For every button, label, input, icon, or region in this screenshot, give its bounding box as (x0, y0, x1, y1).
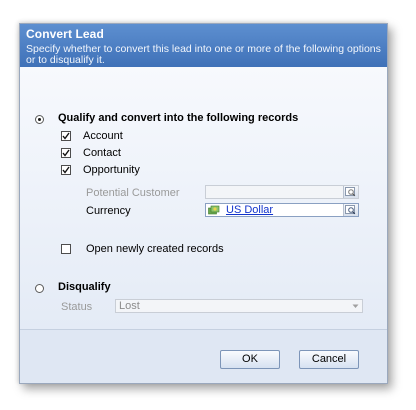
account-checkbox[interactable] (61, 131, 71, 141)
checkmark-icon (62, 132, 70, 140)
opportunity-label: Opportunity (83, 164, 140, 176)
qualify-label: Qualify and convert into the following r… (58, 112, 299, 124)
contact-label: Contact (83, 147, 121, 159)
currency-label: Currency (86, 205, 131, 217)
account-label: Account (83, 130, 123, 142)
opportunity-checkbox[interactable] (61, 165, 71, 175)
status-select[interactable]: Lost (115, 299, 363, 313)
potential-customer-label: Potential Customer (86, 187, 180, 199)
chevron-down-icon (352, 304, 359, 308)
currency-field[interactable]: US Dollar (205, 203, 359, 217)
open-records-checkbox[interactable] (61, 244, 71, 254)
potential-customer-lookup-button[interactable] (343, 186, 358, 198)
dialog-footer: OK Cancel (20, 329, 387, 383)
dialog-description: Specify whether to convert this lead int… (26, 43, 381, 66)
potential-customer-field[interactable] (205, 185, 359, 199)
ok-button[interactable]: OK (220, 350, 280, 369)
currency-link[interactable]: US Dollar (226, 204, 273, 216)
status-label: Status (61, 301, 93, 313)
dialog-body: Qualify and convert into the following r… (20, 67, 387, 329)
currency-lookup-button[interactable] (343, 204, 358, 216)
disqualify-label: Disqualify (58, 281, 111, 293)
dialog-header: Convert Lead Specify whether to convert … (20, 24, 387, 67)
open-records-label: Open newly created records (86, 243, 224, 255)
qualify-radio[interactable] (35, 115, 44, 124)
dialog-title: Convert Lead (26, 27, 104, 41)
magnifier-lookup-icon (345, 205, 356, 215)
magnifier-lookup-icon (345, 187, 356, 197)
disqualify-radio[interactable] (35, 284, 44, 293)
checkmark-icon (62, 149, 70, 157)
cancel-button[interactable]: Cancel (299, 350, 359, 369)
currency-icon (208, 205, 220, 215)
checkmark-icon (62, 166, 70, 174)
convert-lead-dialog: Convert Lead Specify whether to convert … (19, 23, 388, 384)
contact-checkbox[interactable] (61, 148, 71, 158)
status-value: Lost (119, 300, 140, 312)
